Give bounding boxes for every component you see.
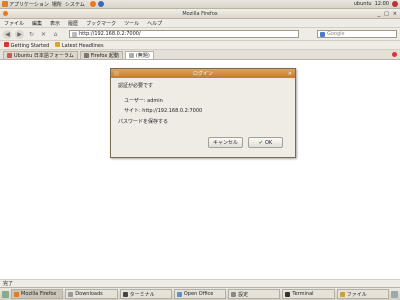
clock[interactable]: 12:00 <box>375 1 389 7</box>
trash-icon[interactable] <box>390 290 398 298</box>
task-icon <box>122 291 128 297</box>
google-icon <box>320 31 325 37</box>
show-desktop-icon[interactable] <box>2 290 9 298</box>
page-icon <box>72 31 77 37</box>
task-item[interactable]: ターミナル <box>119 289 172 299</box>
url-text: http://192.168.0.2:7000/ <box>79 31 141 37</box>
forward-arrow-icon[interactable]: ▶ <box>15 29 24 39</box>
menu-history[interactable]: 履歴 <box>68 20 78 27</box>
task-icon <box>68 291 74 297</box>
task-label: 設定 <box>238 291 249 298</box>
task-label: Terminal <box>292 291 314 297</box>
help-launcher-icon[interactable] <box>97 1 104 7</box>
menu-bookmarks[interactable]: ブックマーク <box>86 20 116 27</box>
menu-tools[interactable]: ツール <box>124 20 139 27</box>
task-icon <box>176 291 182 297</box>
dialog-remember: パスワードを保存する <box>118 119 169 125</box>
tab-label: Firefox 起動 <box>90 53 119 59</box>
bookmark-item[interactable]: Latest Headlines <box>55 41 104 49</box>
window-titlebar[interactable]: Mozilla Firefox _ □ × <box>0 9 400 19</box>
ok-button[interactable]: ✔ OK <box>248 137 283 148</box>
task-label: ファイル <box>346 291 367 298</box>
tab-bar: Ubuntu 日本語フォーラム Firefox 起動 (無題) <box>0 50 400 60</box>
tab-favicon <box>128 53 134 58</box>
system-label: システム <box>64 1 85 8</box>
home-icon[interactable]: ⌂ <box>51 30 60 39</box>
system-menu[interactable]: システム <box>65 1 85 8</box>
search-placeholder: Google <box>327 31 345 37</box>
ok-check-icon: ✔ <box>258 139 263 146</box>
dialog-user: ユーザー: admin <box>124 98 163 104</box>
cancel-label: キャンセル <box>212 140 238 146</box>
menu-file[interactable]: ファイル <box>4 20 24 27</box>
task-item[interactable]: 設定 <box>228 289 281 299</box>
task-item[interactable]: Open Office <box>173 289 227 299</box>
navigation-toolbar: ◀ ▶ ↻ ✕ ⌂ http://192.168.0.2:7000/ Googl… <box>0 28 400 41</box>
bookmark-label: Getting Started <box>10 42 50 49</box>
cancel-button[interactable]: キャンセル <box>208 137 243 148</box>
search-bar[interactable]: Google <box>317 30 397 38</box>
task-item[interactable]: ファイル <box>336 289 389 299</box>
status-bar: 完了 <box>0 279 400 287</box>
task-label: Open Office <box>183 291 214 297</box>
places-label: 場所 <box>51 1 62 8</box>
stop-icon[interactable]: ✕ <box>39 30 48 39</box>
maximize-icon[interactable]: □ <box>384 11 389 17</box>
places-menu[interactable]: 場所 <box>52 1 62 8</box>
tab-favicon <box>7 53 12 58</box>
bookmarks-toolbar: Getting Started Latest Headlines <box>0 41 400 50</box>
ubuntu-logo-icon <box>2 1 8 7</box>
tab-favicon <box>83 53 89 58</box>
dialog-intro: 認証が必要です <box>118 83 154 89</box>
reload-icon[interactable]: ↻ <box>27 30 36 39</box>
task-icon <box>231 291 237 297</box>
tab[interactable]: Ubuntu 日本語フォーラム <box>3 51 78 59</box>
task-item[interactable]: Terminal <box>282 289 335 299</box>
menu-help[interactable]: ヘルプ <box>147 20 162 27</box>
user-label[interactable]: ubuntu <box>354 1 372 7</box>
minimize-icon[interactable]: _ <box>378 11 381 17</box>
url-bar[interactable]: http://192.168.0.2:7000/ <box>69 30 299 38</box>
dialog-body: 認証が必要です ユーザー: admin サイト: http://192.168.… <box>111 78 295 132</box>
menu-view[interactable]: 表示 <box>50 20 60 27</box>
window-title: Mozilla Firefox <box>182 10 218 17</box>
close-tab-icon[interactable] <box>392 52 397 57</box>
menu-bar: ファイル 編集 表示 履歴 ブックマーク ツール ヘルプ <box>0 19 400 28</box>
tab-label: Ubuntu 日本語フォーラム <box>14 53 74 59</box>
dialog-site: サイト: http://192.168.0.2:7000 <box>124 108 203 114</box>
task-item[interactable]: Downloads <box>65 289 118 299</box>
dialog-titlebar[interactable]: ログイン × <box>111 69 295 78</box>
top-panel: アプリケーション 場所 システム ubuntu 12:00 <box>0 0 400 9</box>
close-icon[interactable]: × <box>393 11 397 17</box>
auth-dialog: ログイン × 認証が必要です ユーザー: admin サイト: http://1… <box>110 68 296 158</box>
task-icon <box>14 291 19 297</box>
bookmark-item[interactable]: Getting Started <box>4 41 50 49</box>
menu-edit[interactable]: 編集 <box>32 20 42 27</box>
task-item[interactable]: Mozilla Firefox <box>11 289 64 299</box>
status-text: 完了 <box>3 281 14 287</box>
tab[interactable]: Firefox 起動 <box>79 51 123 59</box>
bookmark-label: Latest Headlines <box>61 42 104 49</box>
dialog-close-icon[interactable]: × <box>288 71 292 77</box>
tab-active[interactable]: (無題) <box>124 51 154 59</box>
applications-menu[interactable]: アプリケーション <box>2 1 49 8</box>
task-icon <box>285 291 291 297</box>
back-arrow-icon[interactable]: ◀ <box>3 29 12 39</box>
firefox-launcher-icon[interactable] <box>89 1 96 7</box>
dialog-title: ログイン <box>192 71 213 77</box>
ok-label: OK <box>264 139 273 146</box>
rss-icon <box>55 41 61 47</box>
power-icon[interactable] <box>392 1 398 7</box>
task-label: ターミナル <box>129 291 155 298</box>
task-label: Downloads <box>75 291 103 297</box>
applications-label: アプリケーション <box>9 1 49 8</box>
taskbar: Mozilla Firefox Downloads ターミナル Open Off… <box>0 287 400 300</box>
tab-label: (無題) <box>135 53 150 59</box>
task-label: Mozilla Firefox <box>21 291 57 297</box>
bookmark-icon <box>4 41 9 47</box>
task-icon <box>339 291 345 297</box>
